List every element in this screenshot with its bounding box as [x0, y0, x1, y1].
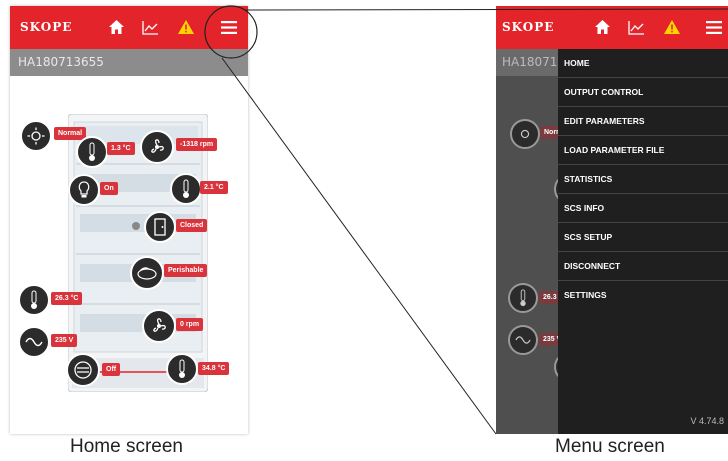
hamburger-menu-icon[interactable]	[221, 21, 237, 34]
condenser-fan-icon	[142, 309, 176, 343]
light-bulb-icon	[68, 174, 100, 206]
condenser-thermometer-icon	[166, 353, 198, 385]
voltage-icon-dimmed	[508, 325, 538, 355]
menu-screen-caption: Menu screen	[555, 436, 665, 457]
skope-logo: SKOPE	[20, 20, 73, 34]
menu-top-bar: SKOPE	[496, 6, 728, 49]
menu-item-disconnect[interactable]: DISCONNECT	[558, 252, 728, 281]
home-icon-menu[interactable]	[594, 19, 611, 35]
menu-item-scs-info[interactable]: SCS INFO	[558, 194, 728, 223]
device-id-bar-menu: HA1807136	[496, 49, 573, 76]
fan-speed-tag: -1318 rpm	[176, 138, 218, 151]
menu-screen: SKOPE HA1807136 Norr 26.3 235 V HOME OUT…	[496, 6, 728, 434]
thermometer-icon-dimmed-2	[508, 283, 538, 313]
product-type-icon	[130, 256, 164, 290]
fan-icon	[140, 130, 174, 164]
cabinet-temp-tag: 1.3 °C	[107, 142, 135, 155]
device-id-bar: HA180713655	[10, 49, 248, 76]
home-icon[interactable]	[108, 19, 125, 35]
menu-item-home[interactable]: HOME	[558, 49, 728, 78]
compressor-tag: Off	[102, 363, 121, 376]
door-sensor-dot	[132, 222, 140, 230]
ambient-temp-tag: 26.3 °C	[51, 292, 83, 305]
menu-item-settings[interactable]: SETTINGS	[558, 281, 728, 310]
home-screen: SKOPE HA180713655 Normal 1.3 °C -1318 rp…	[10, 6, 248, 434]
light-tag: On	[100, 182, 118, 195]
ambient-thermometer-icon	[18, 284, 50, 316]
condenser-fan-speed-tag: 0 rpm	[176, 318, 204, 331]
statistics-icon-menu[interactable]	[628, 20, 645, 35]
warning-icon-menu[interactable]	[663, 19, 681, 35]
voltage-tag: 235 V	[51, 334, 78, 347]
mode-tag: Normal	[54, 127, 87, 140]
voltage-sine-icon	[18, 326, 50, 358]
menu-drawer: HOME OUTPUT CONTROL EDIT PARAMETERS LOAD…	[558, 49, 728, 434]
skope-logo-menu: SKOPE	[502, 20, 555, 34]
menu-item-scs-setup[interactable]: SCS SETUP	[558, 223, 728, 252]
version-label: V 4.74.8	[690, 416, 724, 426]
condenser-temp-tag: 34.8 °C	[198, 362, 230, 375]
door-icon	[144, 211, 176, 243]
menu-item-statistics[interactable]: STATISTICS	[558, 165, 728, 194]
menu-item-output-control[interactable]: OUTPUT CONTROL	[558, 78, 728, 107]
compressor-icon	[66, 353, 100, 387]
top-bar: SKOPE	[10, 6, 248, 49]
cabinet-thermometer-icon	[76, 136, 108, 168]
sun-mode-icon-dimmed	[510, 119, 540, 149]
warning-icon[interactable]	[177, 19, 195, 35]
hamburger-menu-icon-menu[interactable]	[706, 21, 722, 34]
evaporator-thermometer-icon	[170, 173, 202, 205]
product-type-tag: Perishable	[164, 264, 208, 277]
home-screen-caption: Home screen	[70, 436, 183, 457]
menu-item-load-parameter-file[interactable]: LOAD PARAMETER FILE	[558, 136, 728, 165]
door-tag: Closed	[176, 219, 208, 232]
statistics-icon[interactable]	[142, 20, 159, 35]
menu-item-edit-parameters[interactable]: EDIT PARAMETERS	[558, 107, 728, 136]
evaporator-temp-tag: 2.1 °C	[200, 181, 228, 194]
sun-mode-icon	[20, 120, 52, 152]
